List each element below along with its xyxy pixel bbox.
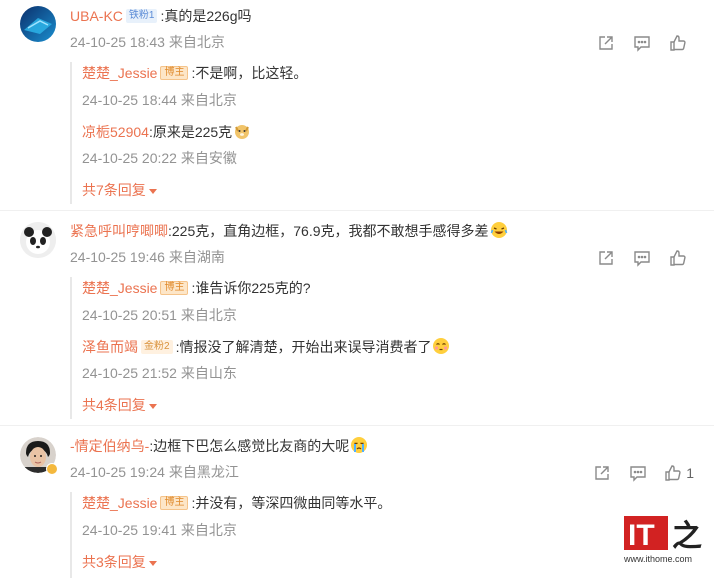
reply-thread: 楚楚_Jessie 博主:并没有，等深四微曲同等水平。 24-10-25 19:4… — [70, 492, 696, 578]
comment-icon[interactable] — [620, 462, 656, 484]
comment-text: :边框下巴怎么感觉比友商的大呢 — [149, 438, 350, 454]
comment-icon[interactable] — [624, 32, 660, 54]
author-badge: 博主 — [160, 496, 189, 511]
gold-fan-badge: 金粉2 — [141, 340, 173, 355]
avatar[interactable] — [20, 6, 56, 42]
location: 来自北京 — [180, 92, 237, 108]
reply-thread: 楚楚_Jessie 博主:谁告诉你225克的? 24-10-25 20:51 来自… — [70, 277, 696, 419]
like-icon[interactable] — [660, 32, 696, 54]
comment-actions — [588, 32, 696, 54]
comment-actions: 1 — [584, 462, 694, 484]
username-link[interactable]: 泽鱼而竭 — [82, 339, 138, 355]
comment-header: -情定伯纳乌-:边框下巴怎么感觉比友商的大呢 — [70, 435, 368, 457]
share-icon[interactable] — [584, 462, 620, 484]
reply-text: :原来是225克 — [148, 124, 233, 140]
like-count: 1 — [686, 465, 694, 481]
location: 来自山东 — [180, 365, 237, 381]
comment-header: UBA-KC 铁粉1:真的是226g吗 — [70, 5, 252, 27]
like-icon[interactable]: 1 — [656, 462, 694, 484]
reply-meta: 24-10-25 21:52 来自山东 — [82, 363, 237, 383]
caret-down-icon — [148, 403, 157, 409]
more-replies-link[interactable]: 共3条回复 — [82, 552, 157, 572]
reply-header: 楚楚_Jessie 博主:不是啊，比这轻。 — [82, 62, 307, 84]
username-link[interactable]: 楚楚_Jessie — [82, 495, 157, 511]
verified-badge-icon — [46, 463, 58, 475]
reply-meta: 24-10-25 20:22 来自安徽 — [82, 148, 237, 168]
comment-meta: 24-10-25 19:46 来自湖南 — [70, 247, 225, 267]
cry-emoji-icon — [350, 436, 368, 454]
location: 来自北京 — [180, 307, 237, 323]
reply-meta: 24-10-25 18:44 来自北京 — [82, 90, 237, 110]
doge-emoji-icon — [233, 122, 251, 140]
reply-header: 楚楚_Jessie 博主:并没有，等深四微曲同等水平。 — [82, 492, 391, 514]
location: 来自安徽 — [180, 150, 237, 166]
divider — [0, 210, 714, 211]
reply-meta: 24-10-25 19:41 来自北京 — [82, 520, 237, 540]
username-link[interactable]: 紧急呼叫哼唧唧 — [70, 223, 168, 239]
author-badge: 博主 — [160, 66, 189, 81]
ithome-url: www.ithome.com — [624, 554, 693, 564]
timestamp: 24-10-25 20:22 — [82, 150, 177, 166]
username-link[interactable]: UBA-KC — [70, 8, 123, 24]
username-link[interactable]: 凉栀52904 — [82, 124, 149, 140]
location: 来自黑龙江 — [168, 464, 239, 480]
timestamp: 24-10-25 19:46 — [70, 249, 165, 265]
more-replies-link[interactable]: 共4条回复 — [82, 395, 157, 415]
location: 来自北京 — [168, 34, 225, 50]
username-link[interactable]: -情定伯纳乌- — [70, 438, 149, 454]
reply-text: :不是啊，比这轻。 — [191, 65, 308, 81]
reply-meta: 24-10-25 20:51 来自北京 — [82, 305, 237, 325]
reply-header: 泽鱼而竭 金粉2:情报没了解清楚，开始出来误导消费者了 — [82, 336, 450, 358]
location: 来自北京 — [180, 522, 237, 538]
shy-emoji-icon — [432, 337, 450, 355]
reply-header: 楚楚_Jessie 博主:谁告诉你225克的? — [82, 277, 311, 299]
timestamp: 24-10-25 20:51 — [82, 307, 177, 323]
timestamp: 24-10-25 21:52 — [82, 365, 177, 381]
divider — [0, 425, 714, 426]
username-link[interactable]: 楚楚_Jessie — [82, 65, 157, 81]
svg-text:IT: IT — [628, 519, 655, 552]
comment-actions — [588, 247, 696, 269]
comment-text: :真的是226g吗 — [160, 8, 252, 24]
like-icon[interactable] — [660, 247, 696, 269]
caret-down-icon — [148, 560, 157, 566]
comment-text: :225克，直角边框，76.9克，我都不敢想手感得多差 — [168, 223, 489, 239]
avatar[interactable] — [20, 437, 58, 475]
share-icon[interactable] — [588, 32, 624, 54]
ithome-logo: IT 之 www.ithome.com — [622, 514, 706, 572]
author-badge: 博主 — [160, 281, 189, 296]
avatar[interactable] — [20, 222, 56, 258]
timestamp: 24-10-25 18:43 — [70, 34, 165, 50]
caret-down-icon — [148, 188, 157, 194]
reply-text: :并没有，等深四微曲同等水平。 — [191, 495, 392, 511]
timestamp: 24-10-25 19:24 — [70, 464, 165, 480]
svg-text:之: 之 — [672, 519, 702, 554]
share-icon[interactable] — [588, 247, 624, 269]
location: 来自湖南 — [168, 249, 225, 265]
timestamp: 24-10-25 19:41 — [82, 522, 177, 538]
reply-text: :谁告诉你225克的? — [191, 280, 311, 296]
comment-icon[interactable] — [624, 247, 660, 269]
reply-thread: 楚楚_Jessie 博主:不是啊，比这轻。 24-10-25 18:44 来自北京… — [70, 62, 696, 204]
username-link[interactable]: 楚楚_Jessie — [82, 280, 157, 296]
comment-header: 紧急呼叫哼唧唧:225克，直角边框，76.9克，我都不敢想手感得多差 — [70, 220, 508, 242]
reply-header: 凉栀52904:原来是225克 — [82, 121, 251, 143]
fan-badge: 铁粉1 — [125, 9, 158, 24]
comment-meta: 24-10-25 18:43 来自北京 — [70, 32, 225, 52]
more-replies-link[interactable]: 共7条回复 — [82, 180, 157, 200]
reply-text: :情报没了解清楚，开始出来误导消费者了 — [175, 339, 432, 355]
comment-meta: 24-10-25 19:24 来自黑龙江 — [70, 462, 239, 482]
laugh-cry-emoji-icon — [490, 221, 508, 239]
timestamp: 24-10-25 18:44 — [82, 92, 177, 108]
